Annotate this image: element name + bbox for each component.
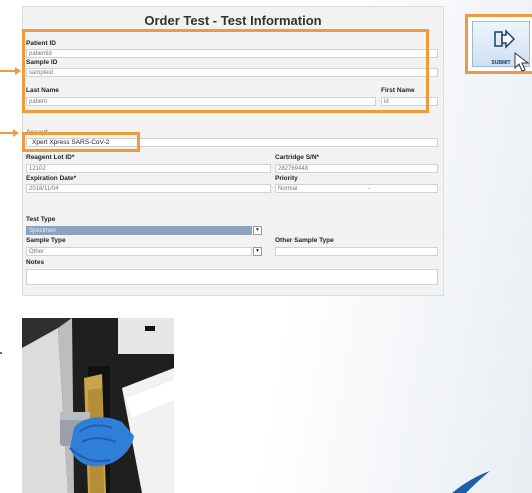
assay-value: Xpert Xpress SARS-CoV-2 — [32, 139, 110, 146]
order-test-form: Order Test - Test Information Patient ID… — [22, 6, 444, 296]
arrow-line — [0, 70, 16, 72]
reagent-lot-label: Reagent Lot ID* — [26, 154, 75, 161]
test-type-label: Test Type — [26, 216, 56, 223]
photo-illustration — [22, 318, 174, 493]
logo-swoosh-icon — [452, 471, 490, 493]
arrow-line — [0, 132, 14, 134]
cartridge-loading-photo — [22, 318, 174, 493]
sample-id-field[interactable]: sampleid — [26, 68, 438, 77]
priority-value: Normal — [278, 186, 298, 192]
edge-mark — [0, 352, 2, 354]
test-type-select[interactable]: Specimen — [26, 226, 252, 235]
notes-field[interactable] — [26, 269, 438, 285]
test-type-dropdown-icon[interactable]: ▼ — [253, 226, 262, 235]
sample-id-label: Sample ID — [26, 59, 58, 66]
notes-label: Notes — [26, 259, 45, 266]
expiration-field[interactable]: 2018/11/04 — [26, 184, 271, 193]
priority-label: Priority — [275, 175, 298, 182]
patient-id-field[interactable]: patientid — [26, 49, 438, 58]
expiration-label: Expiration Date* — [26, 175, 77, 182]
priority-extra: - — [368, 186, 370, 192]
submit-button[interactable]: SUBMIT — [472, 21, 530, 72]
cartridge-sn-field[interactable]: 282769448 — [275, 164, 438, 173]
other-sample-type-field[interactable] — [275, 247, 438, 256]
first-name-field[interactable]: id — [381, 97, 438, 106]
last-name-field[interactable]: patient — [26, 97, 376, 106]
submit-button-highlight: SUBMIT — [465, 14, 532, 74]
arrow-right-icon — [15, 67, 21, 75]
assay-label: Assay* — [26, 129, 48, 136]
first-name-label: First Name — [381, 87, 415, 94]
cartridge-sn-label: Cartridge S/N* — [275, 154, 320, 161]
sample-type-dropdown-icon[interactable]: ▼ — [253, 247, 262, 256]
mouse-cursor-icon — [514, 52, 530, 72]
arrow-right-icon — [13, 129, 19, 137]
patient-id-label: Patient ID — [26, 40, 56, 47]
sample-type-label: Sample Type — [26, 237, 66, 244]
reagent-lot-field[interactable]: 12102 — [26, 164, 271, 173]
sample-type-select[interactable]: Other — [26, 247, 252, 256]
other-sample-type-label: Other Sample Type — [275, 237, 334, 244]
last-name-label: Last Name — [26, 87, 59, 94]
form-title: Order Test - Test Information — [144, 13, 322, 28]
priority-field[interactable]: Normal - — [275, 184, 438, 193]
